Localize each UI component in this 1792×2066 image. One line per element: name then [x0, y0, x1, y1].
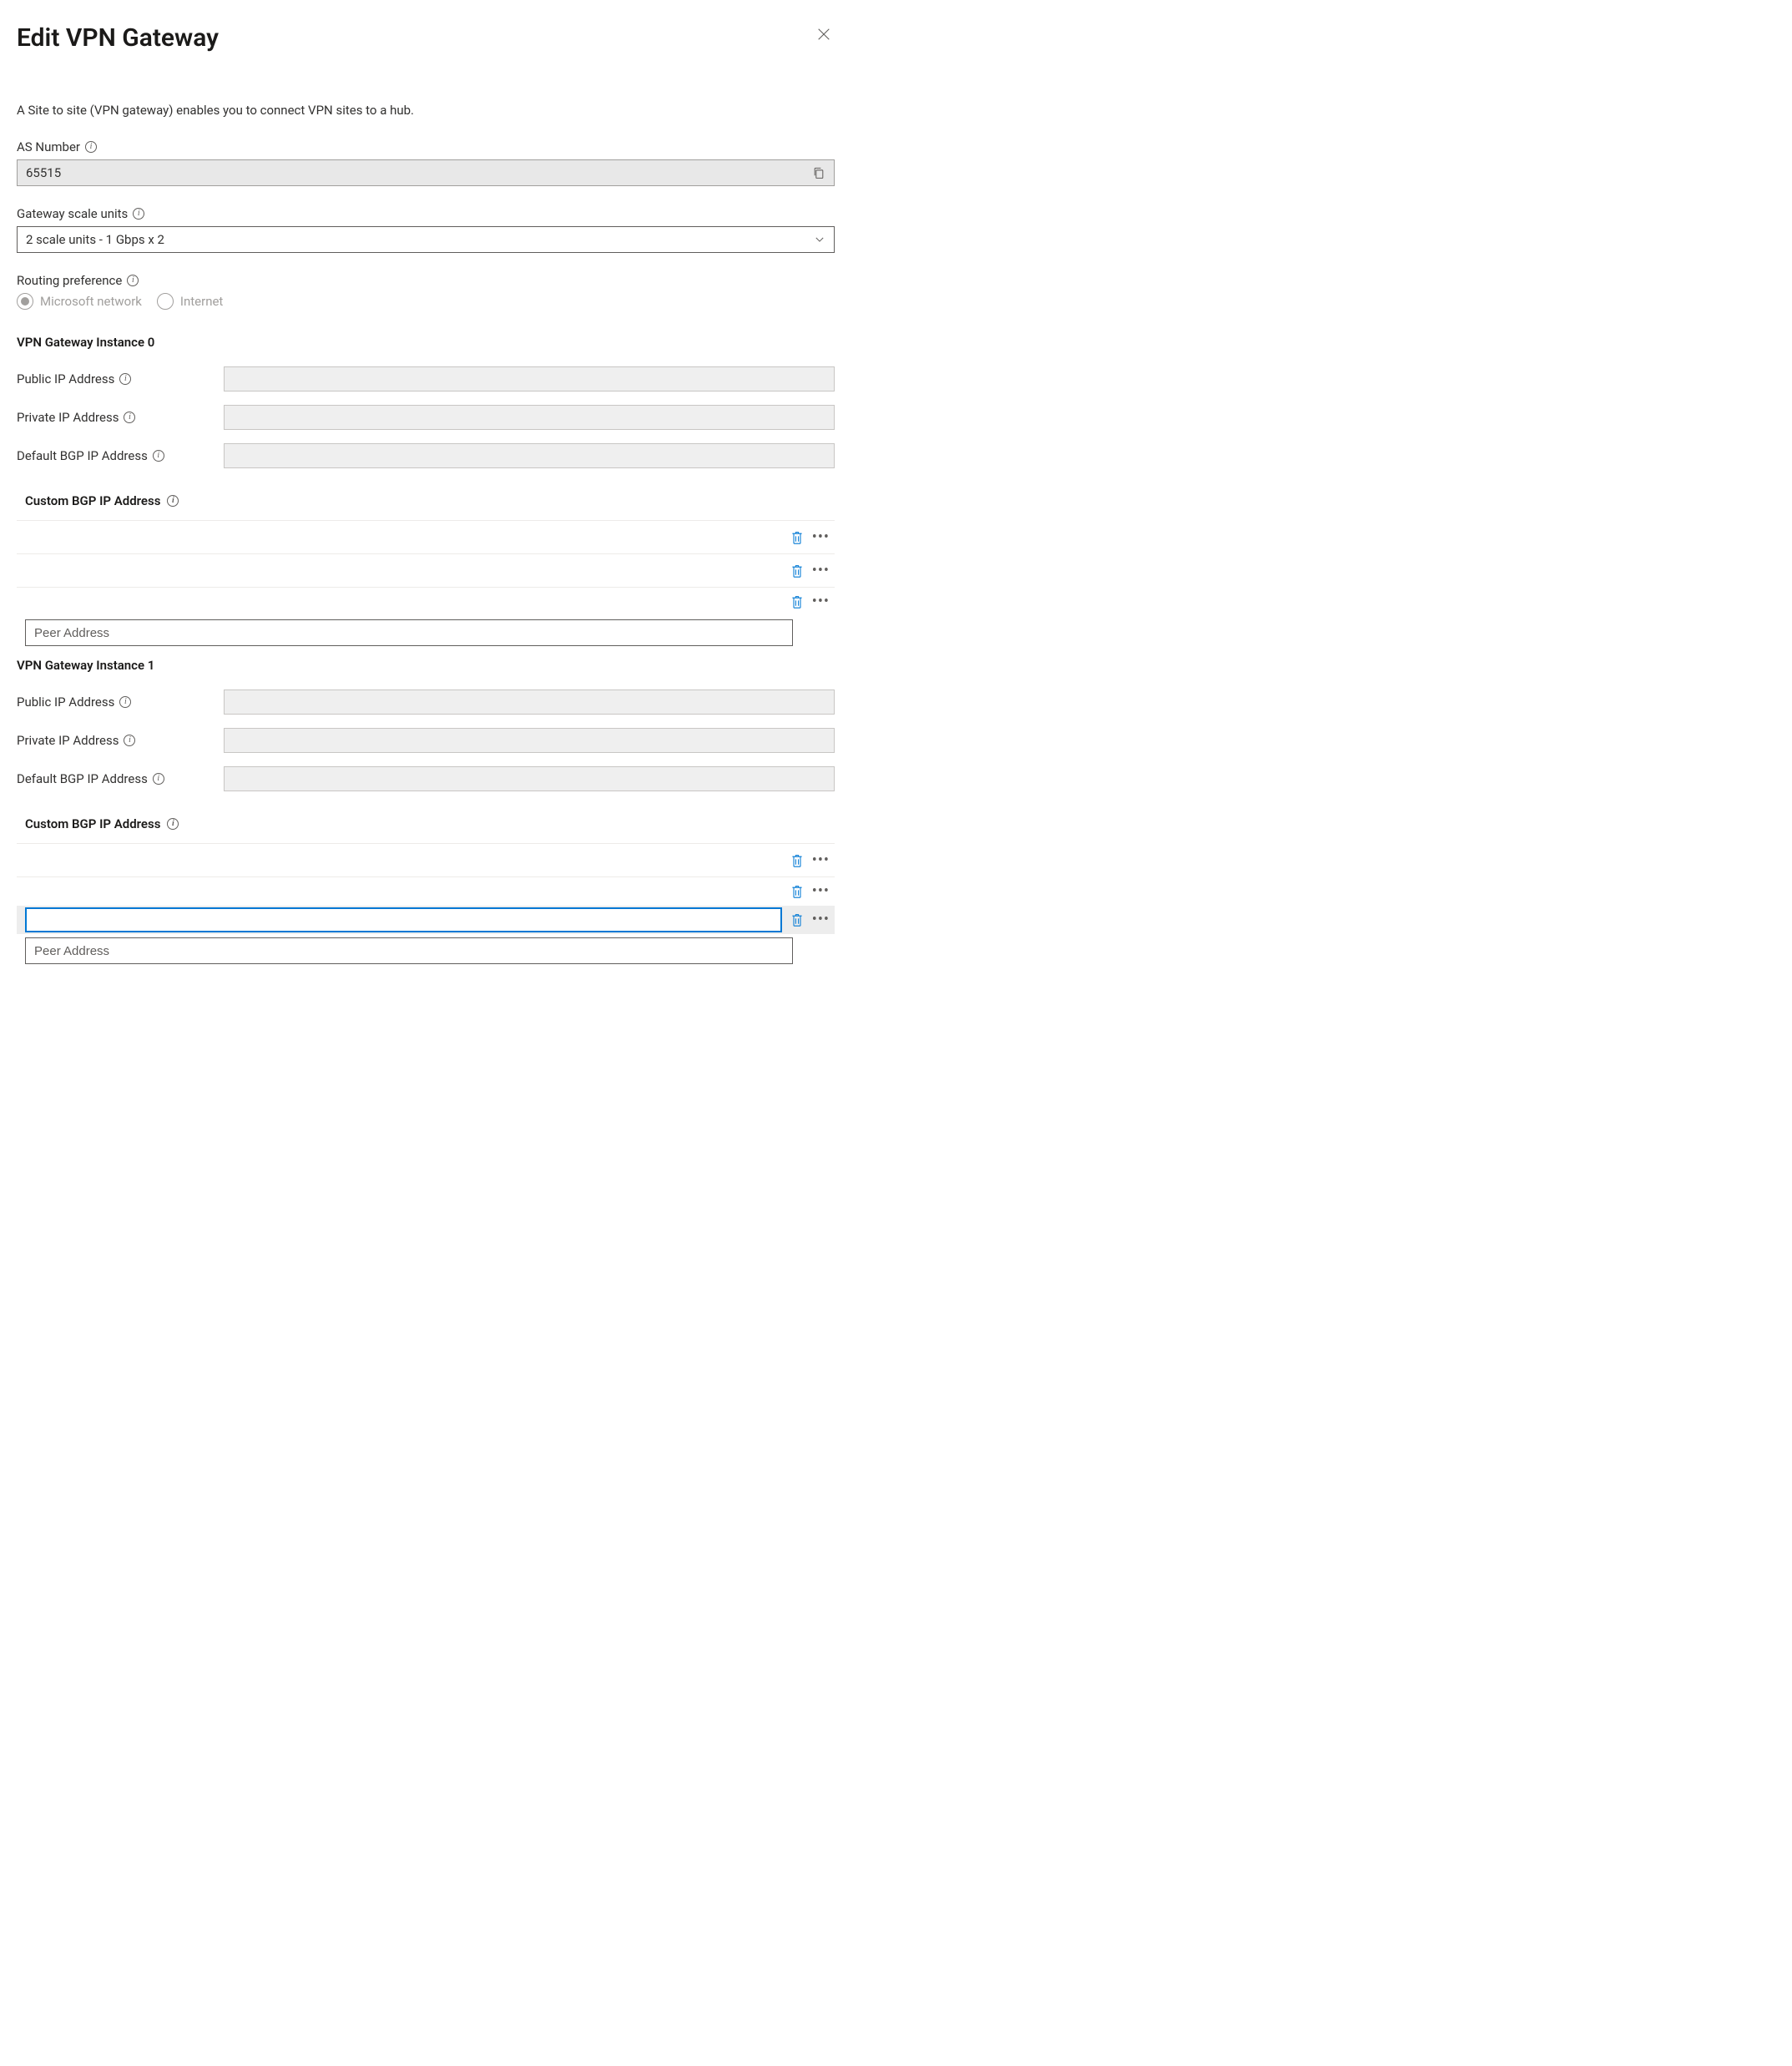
more-button[interactable]: ••• [810, 530, 831, 545]
more-button[interactable]: ••• [810, 594, 831, 609]
info-icon[interactable]: i [167, 818, 179, 830]
radio-icon [157, 293, 174, 310]
instance1-default-bgp-label: Default BGP IP Address [17, 771, 148, 786]
info-icon[interactable]: i [153, 773, 164, 785]
scale-units-label: Gateway scale units [17, 206, 128, 221]
custom-bgp-active-input[interactable] [25, 907, 782, 932]
chevron-down-icon [814, 234, 825, 245]
as-number-value: 65515 [26, 165, 61, 180]
delete-button[interactable] [790, 530, 805, 545]
more-button[interactable]: ••• [810, 884, 831, 899]
info-icon[interactable]: i [167, 495, 179, 507]
close-icon [816, 27, 831, 42]
scale-units-value: 2 scale units - 1 Gbps x 2 [26, 232, 164, 247]
info-icon[interactable]: i [119, 373, 131, 385]
routing-pref-opt1-label: Microsoft network [40, 294, 142, 309]
instance1-public-ip-field [224, 690, 835, 715]
custom-bgp-row: ••• [17, 877, 835, 906]
instance1-custom-bgp-label: Custom BGP IP Address [25, 816, 160, 831]
close-button[interactable] [813, 23, 835, 48]
instance0-heading: VPN Gateway Instance 0 [17, 335, 835, 350]
instance1-default-bgp-field [224, 766, 835, 791]
info-icon[interactable]: i [85, 141, 97, 153]
custom-bgp-row: ••• [17, 521, 835, 554]
info-icon[interactable]: i [153, 450, 164, 462]
info-icon[interactable]: i [124, 735, 135, 746]
info-icon[interactable]: i [124, 412, 135, 423]
instance1-heading: VPN Gateway Instance 1 [17, 658, 835, 673]
routing-pref-label: Routing preference [17, 273, 122, 288]
routing-pref-opt2-label: Internet [180, 294, 223, 309]
routing-pref-internet-radio: Internet [157, 293, 223, 310]
delete-button[interactable] [790, 563, 805, 578]
info-icon[interactable]: i [127, 275, 139, 286]
page-title: Edit VPN Gateway [17, 23, 219, 53]
info-icon[interactable]: i [133, 208, 144, 220]
instance0-public-ip-label: Public IP Address [17, 371, 114, 386]
page-description: A Site to site (VPN gateway) enables you… [17, 103, 835, 118]
instance0-public-ip-field [224, 366, 835, 391]
instance1-private-ip-label: Private IP Address [17, 733, 119, 748]
as-number-field: 65515 [17, 159, 835, 186]
scale-units-select[interactable]: 2 scale units - 1 Gbps x 2 [17, 226, 835, 253]
as-number-label: AS Number [17, 139, 80, 154]
instance0-peer-address-input[interactable] [25, 619, 793, 646]
instance0-private-ip-label: Private IP Address [17, 410, 119, 425]
info-icon[interactable]: i [119, 696, 131, 708]
custom-bgp-row-active: ••• [17, 906, 835, 934]
instance1-private-ip-field [224, 728, 835, 753]
instance0-default-bgp-label: Default BGP IP Address [17, 448, 148, 463]
instance1-public-ip-label: Public IP Address [17, 695, 114, 710]
more-button[interactable]: ••• [810, 853, 831, 868]
custom-bgp-row: ••• [17, 554, 835, 588]
delete-button[interactable] [790, 594, 805, 609]
more-button[interactable]: ••• [810, 912, 831, 927]
instance0-default-bgp-field [224, 443, 835, 468]
custom-bgp-row: ••• [17, 844, 835, 877]
delete-button[interactable] [790, 912, 805, 927]
instance0-private-ip-field [224, 405, 835, 430]
delete-button[interactable] [790, 853, 805, 868]
instance0-custom-bgp-label: Custom BGP IP Address [25, 493, 160, 508]
delete-button[interactable] [790, 884, 805, 899]
more-button[interactable]: ••• [810, 563, 831, 578]
radio-icon [17, 293, 33, 310]
copy-icon[interactable] [812, 166, 825, 179]
routing-pref-microsoft-radio: Microsoft network [17, 293, 142, 310]
custom-bgp-row: ••• [17, 588, 835, 616]
instance1-peer-address-input[interactable] [25, 937, 793, 964]
